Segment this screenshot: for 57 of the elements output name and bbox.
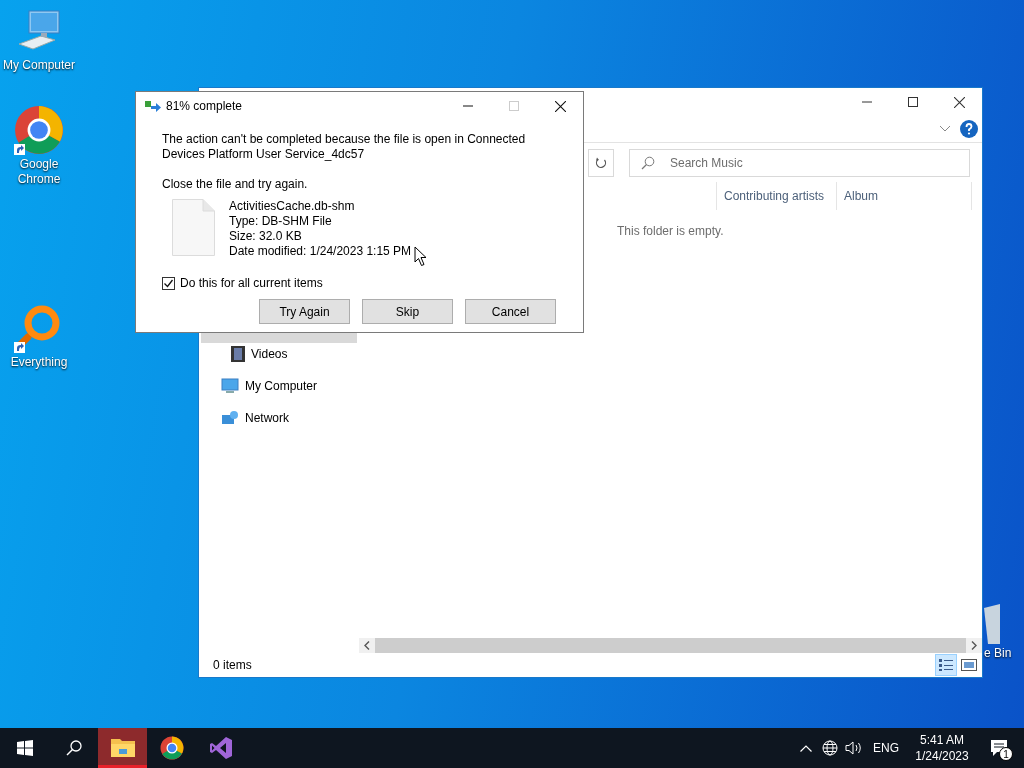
- empty-folder-message: This folder is empty.: [617, 224, 725, 238]
- network-icon: [221, 410, 239, 426]
- file-icon: [172, 199, 215, 256]
- search-field[interactable]: Search Music: [629, 148, 970, 177]
- refresh-button[interactable]: [588, 148, 614, 177]
- close-icon: [554, 100, 566, 112]
- help-icon[interactable]: [960, 120, 978, 138]
- dialog-button[interactable]: Skip: [362, 299, 453, 324]
- shortcut-arrow-icon: [14, 144, 25, 155]
- globe-icon[interactable]: [821, 739, 839, 757]
- scroll-right-icon[interactable]: [971, 641, 977, 650]
- refresh-icon: [595, 156, 607, 169]
- close-icon: [953, 96, 965, 108]
- maximize-icon: [509, 101, 519, 111]
- maximize-icon: [908, 97, 918, 107]
- film-icon: [231, 346, 245, 362]
- file-detail: ActivitiesCache.db-shm: [229, 199, 356, 214]
- chevron-up-icon[interactable]: [800, 744, 812, 752]
- chrome-icon: [159, 736, 184, 760]
- nav-item[interactable]: Videos: [251, 347, 288, 361]
- error-message: The action can't be completed because the file is open in Connected Devices Platform User Service_4dc57: [162, 132, 527, 162]
- column-header[interactable]: Contributing artists: [724, 189, 825, 203]
- search-icon: [641, 155, 655, 170]
- language-indicator[interactable]: ENG: [866, 741, 906, 755]
- speaker-icon[interactable]: [845, 740, 863, 756]
- nav-item[interactable]: My Computer: [245, 379, 318, 393]
- file-detail: Size: 32.0 KB: [229, 229, 303, 244]
- notification-count: 1: [999, 747, 1013, 761]
- horizontal-scrollbar[interactable]: [359, 638, 982, 653]
- file-detail: Type: DB-SHM File: [229, 214, 333, 229]
- nav-item[interactable]: Network: [245, 411, 289, 425]
- column-header[interactable]: Album: [844, 189, 878, 203]
- dialog-button[interactable]: Try Again: [259, 299, 350, 324]
- scroll-left-icon[interactable]: [364, 641, 370, 650]
- image-icon: [961, 659, 977, 671]
- chevron-down-icon[interactable]: [940, 126, 950, 132]
- search-icon: [65, 740, 82, 756]
- clock[interactable]: 5:41 AM 1/24/2023: [910, 732, 974, 764]
- details-list-icon: [938, 658, 954, 672]
- dialog-title: 81% complete: [166, 99, 244, 113]
- checkbox[interactable]: [162, 276, 175, 290]
- folder-icon: [110, 736, 135, 757]
- visual-studio-icon: [208, 736, 233, 760]
- item-count: 0 items: [213, 658, 252, 672]
- windows-logo-icon: [16, 740, 33, 756]
- shortcut-arrow-icon: [14, 342, 25, 353]
- details-view-button[interactable]: [935, 654, 957, 676]
- copy-progress-icon: [145, 100, 161, 112]
- computer-icon: [221, 378, 239, 394]
- taskbar-explorer-button[interactable]: [98, 728, 147, 768]
- dialog-button[interactable]: Cancel: [465, 299, 556, 324]
- file-detail: Date modified: 1/24/2023 1:15 PM: [229, 244, 412, 259]
- desktop-icon-label[interactable]: e Bin: [984, 646, 1012, 661]
- instruction-text: Close the file and try again.: [162, 177, 309, 191]
- mouse-cursor-icon: [414, 246, 428, 267]
- chrome-icon: [14, 105, 64, 155]
- checkbox-label[interactable]: Do this for all current items: [180, 276, 323, 290]
